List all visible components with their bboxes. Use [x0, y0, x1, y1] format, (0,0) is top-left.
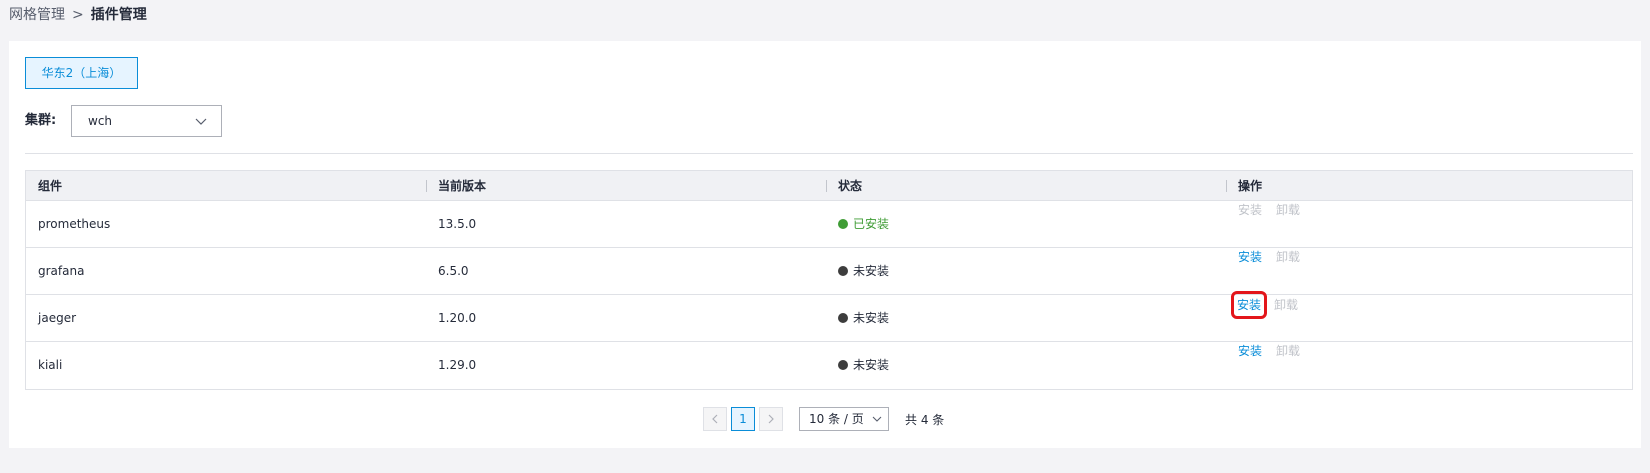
row-actions: 安装 卸载: [1238, 201, 1632, 219]
install-button[interactable]: 安装: [1238, 342, 1262, 360]
cluster-label: 集群:: [25, 113, 57, 128]
pagination: 1 10 条 / 页 共 4 条: [703, 407, 944, 431]
status-badge: 未安装: [838, 342, 1226, 388]
component-version: 6.5.0: [438, 264, 469, 278]
table-row: prometheus 13.5.0 已安装 安装 卸载: [26, 201, 1632, 248]
column-header-label: 操作: [1238, 179, 1263, 193]
actions-cell: 安装 卸载: [1226, 342, 1632, 389]
region-tab[interactable]: 华东2（上海）: [25, 57, 138, 89]
install-button[interactable]: 安装: [1238, 248, 1262, 266]
chevron-left-icon: [712, 414, 718, 424]
status-text: 未安装: [853, 264, 890, 278]
uninstall-button: 卸载: [1276, 203, 1301, 217]
column-header-actions: 操作: [1226, 171, 1632, 200]
status-badge: 未安装: [838, 295, 1226, 341]
status-dot-icon: [838, 266, 848, 276]
chevron-right-icon: [768, 414, 774, 424]
plugin-table: 组件 当前版本 状态 操作 prometheus 13.5.0 已安装 安装 卸…: [25, 170, 1633, 390]
component-version: 1.29.0: [438, 358, 477, 372]
table-header: 组件 当前版本 状态 操作: [26, 171, 1632, 201]
breadcrumb-current: 插件管理: [90, 7, 147, 23]
column-divider: [1226, 180, 1227, 192]
status-text: 已安装: [853, 217, 890, 231]
component-version: 13.5.0: [438, 217, 477, 231]
status-dot-icon: [838, 360, 848, 370]
column-divider: [826, 180, 827, 192]
chevron-down-icon: [872, 416, 882, 422]
status-cell: 未安装: [826, 248, 1226, 294]
component-name: prometheus: [38, 217, 111, 231]
prev-page-button[interactable]: [703, 407, 727, 431]
column-header-component: 组件: [26, 171, 426, 200]
cluster-select[interactable]: wch: [71, 105, 222, 137]
table-row: kiali 1.29.0 未安装 安装 卸载: [26, 342, 1632, 389]
install-button[interactable]: 安装: [1230, 291, 1268, 319]
page-size-value: 10 条 / 页: [809, 412, 864, 426]
column-header-label: 状态: [838, 179, 863, 193]
row-actions: 安装 卸载: [1230, 291, 1632, 319]
chevron-down-icon: [195, 118, 207, 125]
breadcrumb: 网格管理 > 插件管理: [9, 7, 147, 23]
main-panel: 华东2（上海） 集群: wch 组件 当前版本 状态 操作 prometheus…: [9, 41, 1641, 448]
actions-cell: 安装 卸载: [1226, 291, 1632, 341]
cluster-select-value: wch: [88, 114, 113, 128]
status-badge: 未安装: [838, 248, 1226, 294]
status-dot-icon: [838, 219, 848, 229]
status-cell: 未安装: [826, 342, 1226, 389]
status-text: 未安装: [853, 311, 890, 325]
status-dot-icon: [838, 313, 848, 323]
uninstall-button: 卸载: [1276, 344, 1301, 358]
status-cell: 已安装: [826, 201, 1226, 247]
breadcrumb-separator: >: [72, 7, 84, 23]
divider: [25, 153, 1633, 154]
page-number[interactable]: 1: [731, 407, 755, 431]
component-name: kiali: [38, 358, 63, 372]
status-badge: 已安装: [838, 201, 1226, 247]
column-header-status: 状态: [826, 171, 1226, 200]
column-header-label: 组件: [38, 179, 63, 193]
actions-cell: 安装 卸载: [1226, 201, 1632, 247]
page-size-select[interactable]: 10 条 / 页: [799, 407, 889, 431]
uninstall-button: 卸载: [1274, 298, 1299, 312]
status-text: 未安装: [853, 358, 890, 372]
uninstall-button: 卸载: [1276, 250, 1301, 264]
total-count: 共 4 条: [905, 412, 945, 427]
column-divider: [426, 180, 427, 192]
table-row: grafana 6.5.0 未安装 安装 卸载: [26, 248, 1632, 295]
install-button: 安装: [1238, 203, 1263, 217]
actions-cell: 安装 卸载: [1226, 248, 1632, 294]
row-actions: 安装 卸载: [1238, 248, 1632, 266]
status-cell: 未安装: [826, 295, 1226, 341]
component-name: jaeger: [38, 311, 77, 325]
breadcrumb-parent[interactable]: 网格管理: [9, 7, 65, 23]
component-version: 1.20.0: [438, 311, 477, 325]
table-row: jaeger 1.20.0 未安装 安装 卸载: [26, 291, 1632, 342]
column-header-label: 当前版本: [438, 179, 487, 193]
row-actions: 安装 卸载: [1238, 342, 1632, 360]
column-header-version: 当前版本: [426, 171, 826, 200]
next-page-button[interactable]: [759, 407, 783, 431]
component-name: grafana: [38, 264, 85, 278]
